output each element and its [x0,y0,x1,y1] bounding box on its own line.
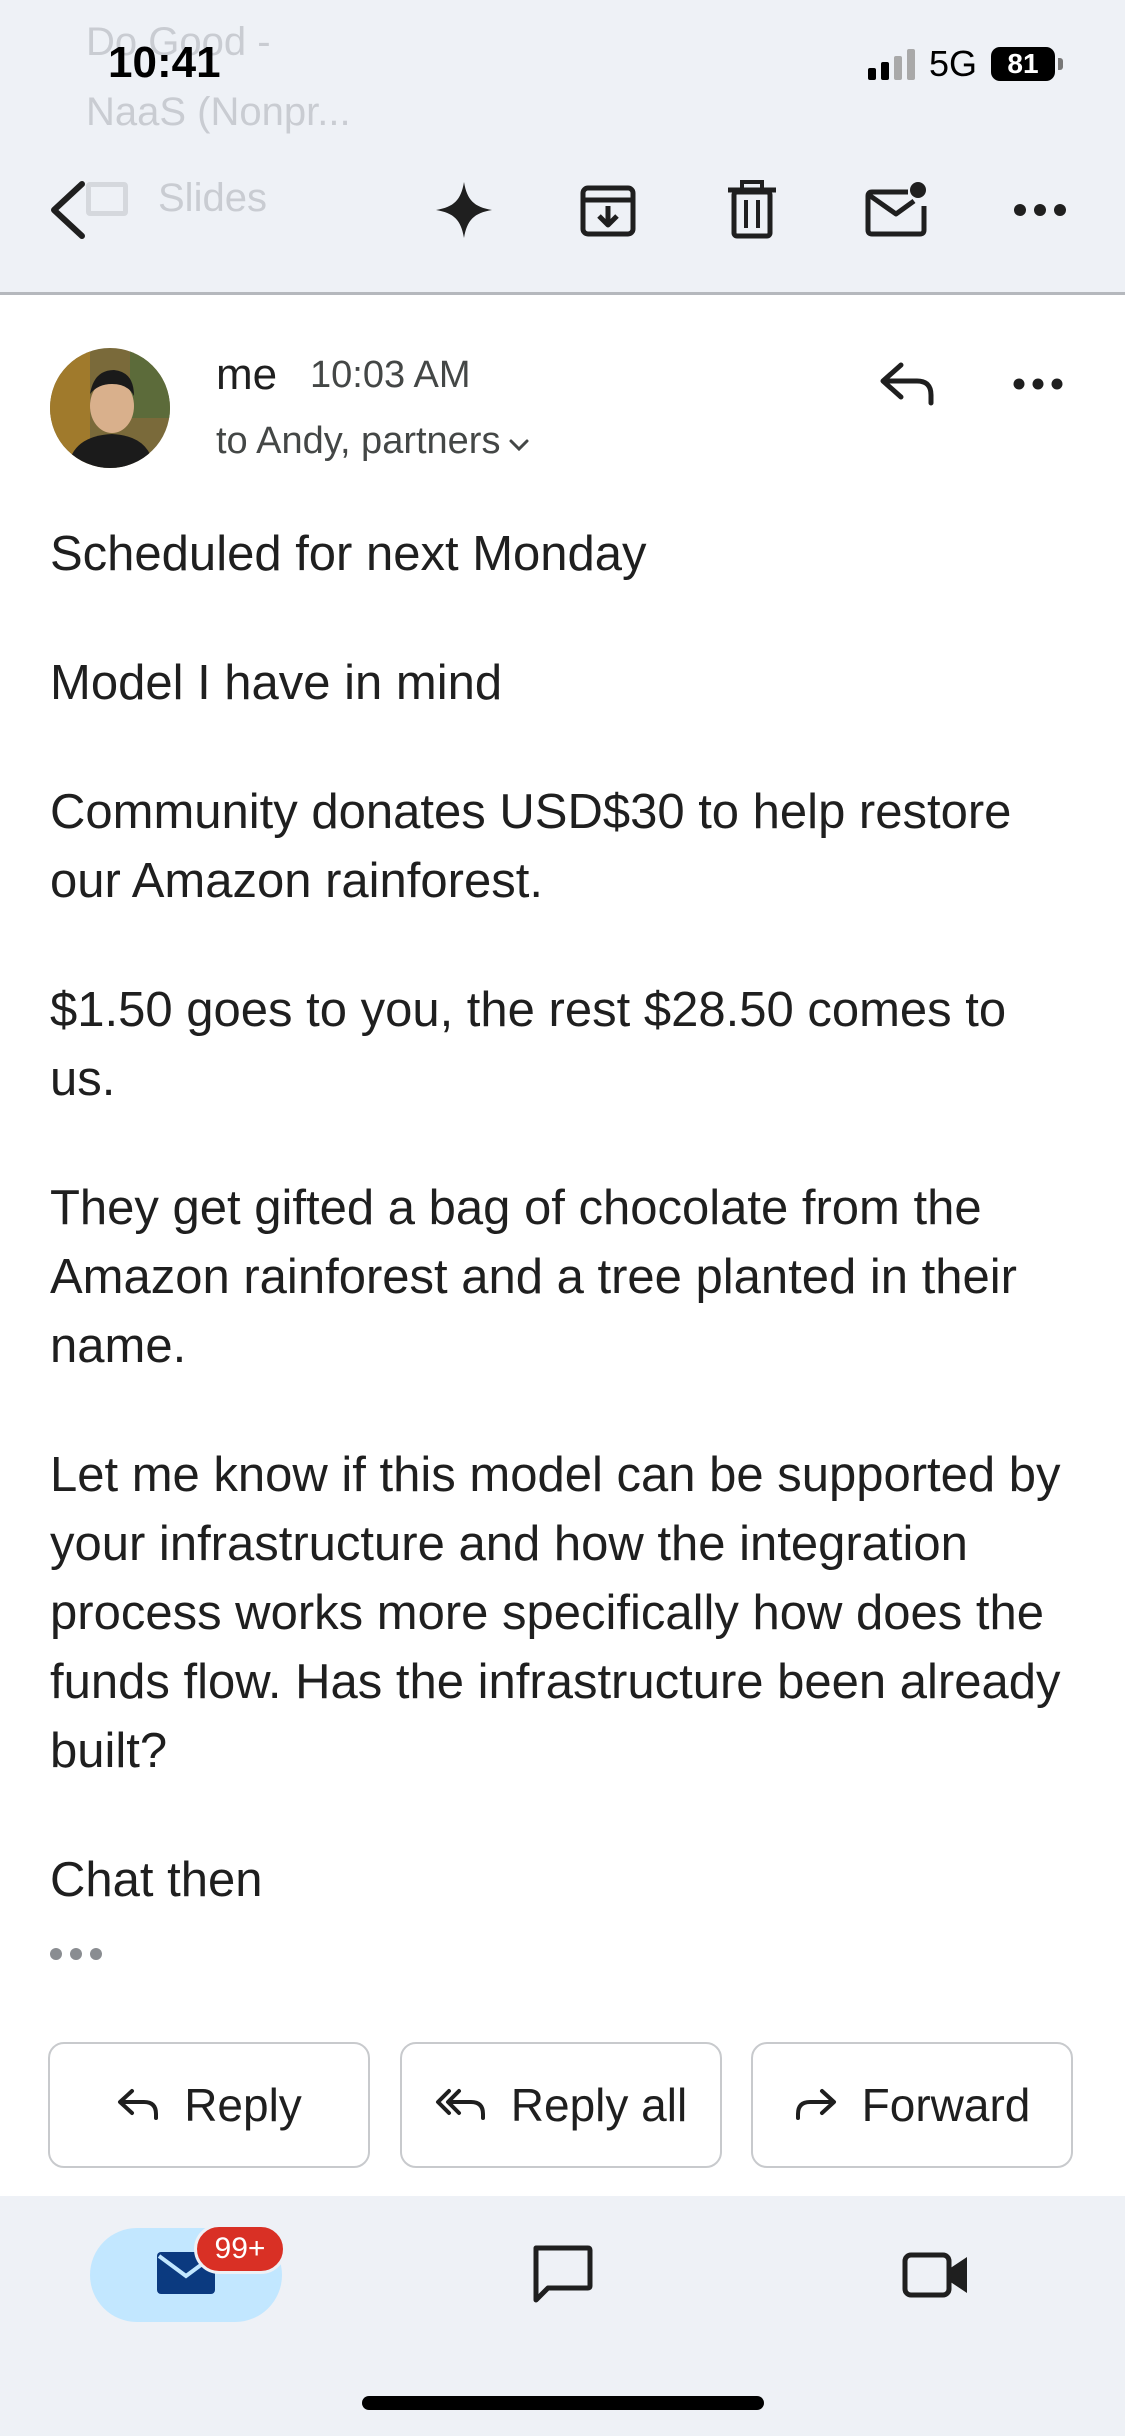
reply-all-label: Reply all [510,2079,688,2131]
gemini-sparkle-icon[interactable] [430,176,498,244]
message-paragraph: They get gifted a bag of chocolate from … [50,1181,1017,1373]
message-paragraph: $1.50 goes to you, the rest $28.50 comes… [50,983,1007,1106]
unread-badge: 99+ [194,2224,286,2274]
background-attachment-chip: Slides [86,176,267,221]
message-paragraph: Community donates USD$30 to help restore… [50,785,1012,908]
message-paragraph: Chat then [50,1853,263,1907]
message-more-icon[interactable] [1006,352,1070,416]
chevron-down-icon [508,420,530,463]
battery-icon: 81 [991,47,1063,81]
reply-button[interactable]: Reply [48,2042,370,2168]
message-paragraph: Let me know if this model can be support… [50,1448,1061,1778]
status-indicators: 5G 81 [867,42,1063,86]
show-trimmed-content-button[interactable] [50,1942,106,1966]
sent-time: 10:03 AM [310,354,471,396]
background-sender-line2: NaaS (Nonpr... [86,90,351,134]
reply-all-button[interactable]: Reply all [400,2042,722,2168]
reply-label: Reply [184,2079,302,2131]
mark-unread-icon[interactable] [862,176,930,244]
reply-all-icon [435,2078,487,2132]
reply-icon[interactable] [876,352,940,416]
message-paragraph: Model I have in mind [50,656,503,710]
cellular-signal-icon [867,48,915,80]
recipients-toggle[interactable]: to Andy, partners [216,420,530,463]
forward-label: Forward [861,2079,1031,2131]
avatar[interactable] [50,348,170,468]
nav-meet[interactable] [896,2240,976,2312]
message-paragraph: Scheduled for next Monday [50,527,647,581]
reply-icon [116,2078,160,2132]
forward-button[interactable]: Forward [751,2042,1073,2168]
battery-level: 81 [1007,48,1039,79]
chat-icon [530,2244,594,2309]
sender-name: me [216,350,278,399]
meet-icon [901,2249,971,2304]
trash-icon[interactable] [718,176,786,244]
archive-icon[interactable] [574,176,642,244]
recipients-label: to Andy, partners [216,420,501,462]
more-icon[interactable] [1006,176,1074,244]
network-type: 5G [928,43,977,84]
status-time: 10:41 [108,38,221,87]
home-indicator [362,2396,764,2410]
back-arrow-icon[interactable] [34,176,102,244]
nav-chat[interactable] [522,2240,602,2312]
attachment-label: Slides [158,176,267,220]
message-body: Scheduled for next Monday Model I have i… [50,520,1080,1975]
forward-icon [794,2078,838,2132]
